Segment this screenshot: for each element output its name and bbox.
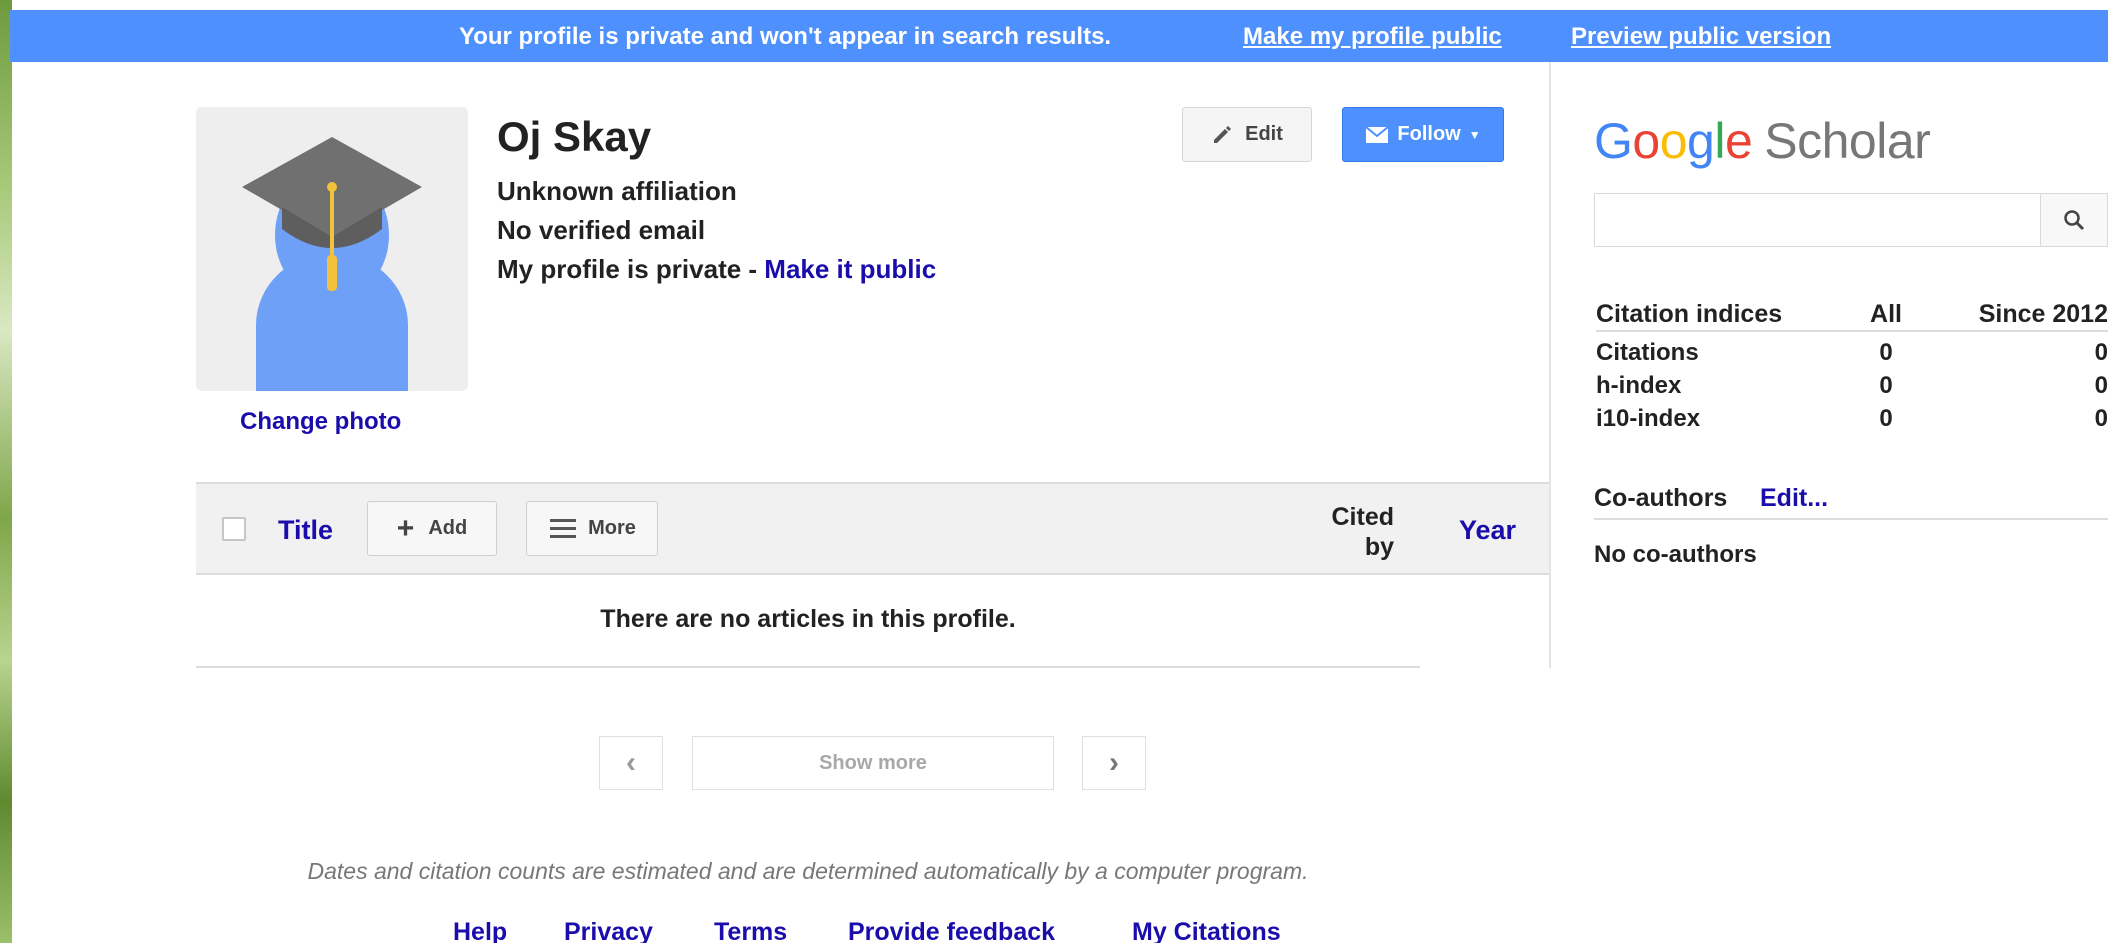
citation-disclaimer: Dates and citation counts are estimated …	[307, 858, 1309, 884]
edit-button-label: Edit	[1245, 123, 1283, 145]
add-button-label: Add	[428, 517, 468, 539]
make-it-public-link[interactable]: Make it public	[764, 254, 936, 284]
citation-row-label: h-index	[1596, 372, 1682, 399]
menu-icon	[550, 518, 577, 538]
citation-indices-table: Citation indices All Since 2012 Citation…	[1596, 296, 2108, 434]
profile-name: Oj Skay	[497, 113, 652, 160]
search-input[interactable]	[1594, 193, 2040, 247]
plus-icon: +	[396, 511, 415, 545]
citation-header-all: All	[1870, 300, 1902, 328]
citation-row-citations: Citations 0 0	[1596, 335, 2108, 368]
cited-by-column-header: Cited by	[1300, 502, 1395, 562]
email-status: No verified email	[497, 215, 706, 245]
more-button[interactable]: More	[526, 501, 658, 556]
footer-link-privacy[interactable]: Privacy	[564, 918, 653, 943]
preview-public-version-link[interactable]: Preview public version	[1571, 23, 1831, 51]
citation-row-all: 0	[1879, 405, 1893, 432]
citation-table-header: Citation indices All Since 2012	[1596, 296, 2108, 332]
avatar[interactable]	[196, 107, 468, 391]
privacy-banner: Your profile is private and won't appear…	[10, 10, 2108, 62]
citation-header-since: Since 2012	[1978, 300, 2108, 328]
citation-row-since: 0	[2094, 405, 2108, 432]
year-column-sort[interactable]: Year	[1459, 515, 1516, 546]
articles-divider	[196, 666, 1420, 668]
column-divider	[1549, 62, 1551, 668]
edit-button[interactable]: Edit	[1182, 107, 1312, 162]
citation-header-indices: Citation indices	[1596, 300, 1783, 328]
cited-by-line-2: by	[1364, 533, 1394, 561]
citation-row-label: i10-index	[1596, 405, 1701, 432]
next-page-button[interactable]: ›	[1082, 736, 1146, 790]
logo-google-text: Google	[1594, 113, 1753, 169]
chevron-down-icon: ▼	[1468, 127, 1481, 142]
no-coauthors-message: No co-authors	[1594, 541, 1757, 568]
show-more-button[interactable]: Show more	[692, 736, 1054, 790]
title-column-sort[interactable]: Title	[278, 515, 333, 546]
scholar-avatar-icon	[242, 137, 422, 391]
cited-by-line-1: Cited	[1331, 503, 1395, 531]
footer-link-terms[interactable]: Terms	[714, 918, 787, 943]
citation-row-label: Citations	[1596, 339, 1699, 366]
background-edge	[0, 0, 12, 943]
follow-button[interactable]: Follow ▼	[1342, 107, 1504, 162]
citation-row-i10-index: i10-index 0 0	[1596, 401, 2108, 434]
privacy-banner-message: Your profile is private and won't appear…	[459, 23, 1112, 50]
follow-button-label: Follow	[1397, 123, 1461, 145]
citation-row-h-index: h-index 0 0	[1596, 368, 2108, 401]
chevron-left-icon: ‹	[626, 746, 636, 779]
envelope-icon	[1365, 125, 1390, 143]
citation-row-since: 0	[2094, 339, 2108, 366]
coauthors-divider	[1594, 518, 2108, 520]
footer-link-my-citations[interactable]: My Citations	[1132, 918, 1281, 943]
coauthors-heading: Co-authors	[1594, 484, 1728, 512]
add-article-button[interactable]: + Add	[367, 501, 497, 556]
citation-row-since: 0	[2094, 372, 2108, 399]
select-all-checkbox[interactable]	[222, 517, 246, 541]
privacy-status: My profile is private - Make it public	[497, 254, 936, 285]
logo-scholar-text: Scholar	[1764, 113, 1931, 169]
chevron-right-icon: ›	[1109, 746, 1119, 779]
citation-row-all: 0	[1879, 339, 1893, 366]
footer-link-feedback[interactable]: Provide feedback	[848, 918, 1055, 943]
affiliation: Unknown affiliation	[497, 176, 737, 206]
pencil-icon	[1214, 125, 1232, 143]
google-scholar-logo[interactable]: Google Scholar	[1594, 112, 1931, 170]
change-photo-link[interactable]: Change photo	[240, 408, 401, 436]
footer-link-help[interactable]: Help	[453, 918, 507, 943]
previous-page-button[interactable]: ‹	[599, 736, 663, 790]
coauthors-edit-link[interactable]: Edit...	[1760, 484, 1828, 513]
more-button-label: More	[588, 517, 636, 539]
empty-articles-message: There are no articles in this profile.	[600, 605, 1016, 633]
make-profile-public-link[interactable]: Make my profile public	[1243, 23, 1502, 51]
search-button[interactable]	[2040, 193, 2108, 247]
citation-row-all: 0	[1879, 372, 1893, 399]
search-icon	[2064, 210, 2085, 231]
privacy-status-text: My profile is private -	[497, 254, 765, 284]
